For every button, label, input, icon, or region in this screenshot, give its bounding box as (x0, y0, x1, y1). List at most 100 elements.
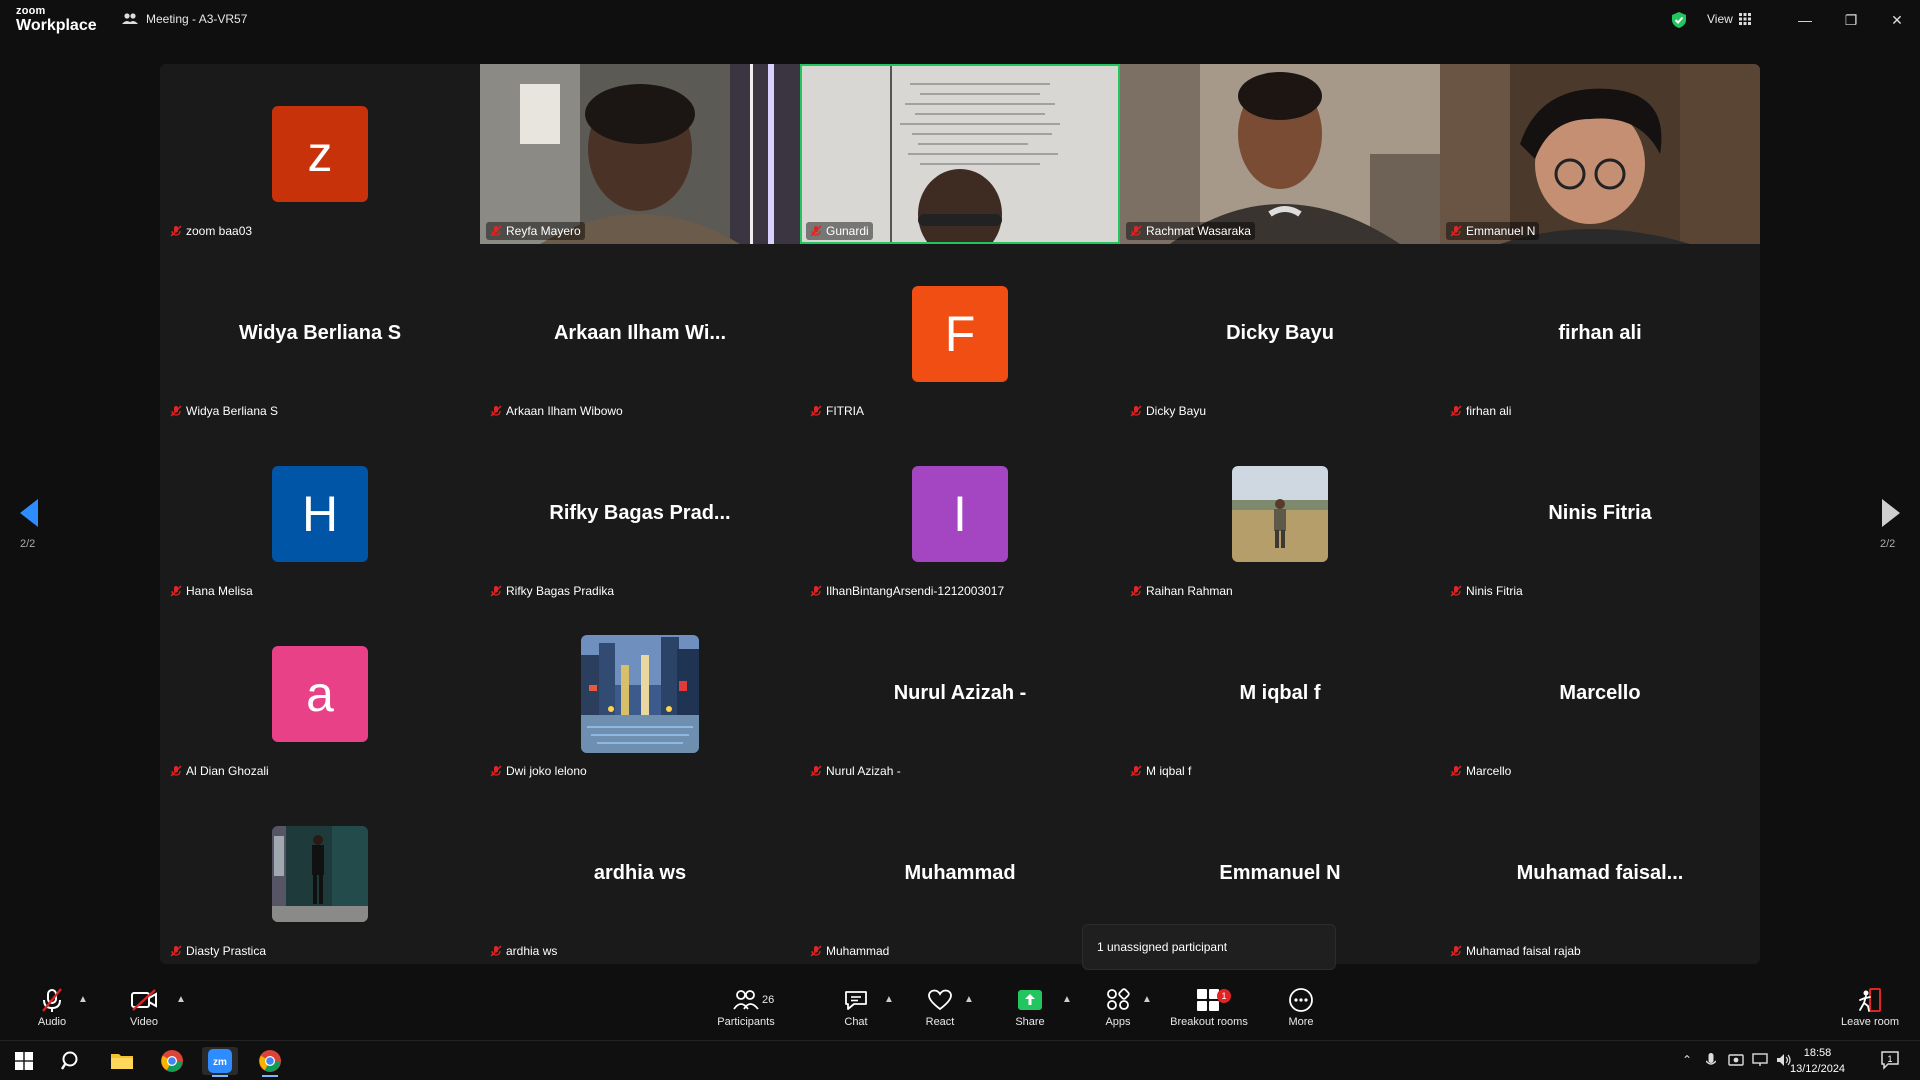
video-gallery: z zoom baa03 Reyfa Mayero Gunardi Rachmat Wa… (160, 64, 1760, 964)
participant-name-label: Marcello (1446, 762, 1515, 780)
participant-display-name: Widya Berliana S (238, 322, 402, 344)
participant-tile[interactable]: Rifky Bagas Prad... Rifky Bagas Pradika (480, 424, 800, 604)
previous-page-arrow-icon[interactable] (14, 496, 44, 530)
participant-video (480, 64, 800, 244)
participant-tile[interactable]: Ninis Fitria Ninis Fitria (1440, 424, 1760, 604)
taskbar-clock[interactable]: 18:58 13/12/2024 (1790, 1045, 1845, 1077)
tray-chevron-icon[interactable]: ⌃ (1682, 1053, 1692, 1067)
page-indicator-right: 2/2 (1880, 538, 1896, 550)
participant-tile[interactable]: Widya Berliana S Widya Berliana S (160, 244, 480, 424)
participant-name-label: FITRIA (806, 402, 868, 420)
clock-time: 18:58 (1803, 1047, 1832, 1059)
participant-display-name: Rifky Bagas Prad... (549, 502, 731, 524)
participant-display-name: Muhamad faisal... (1516, 862, 1684, 884)
shield-icon[interactable] (1670, 11, 1688, 34)
participant-display-name: Dicky Bayu (1226, 322, 1334, 344)
participant-tile[interactable]: F FITRIA (800, 244, 1120, 424)
breakout-rooms-button[interactable]: Breakout rooms (1169, 986, 1249, 1036)
mic-muted-icon (810, 405, 822, 417)
participant-name-label: Rachmat Wasaraka (1126, 222, 1255, 240)
participant-tile[interactable]: Dwi joko lelono (480, 604, 800, 784)
mic-muted-icon (490, 765, 502, 777)
video-button[interactable]: Video (104, 986, 184, 1036)
participant-avatar: F (912, 286, 1008, 382)
unassigned-participant-popup[interactable]: 1 unassigned participant (1082, 924, 1336, 970)
participant-tile[interactable]: Reyfa Mayero (480, 64, 800, 244)
windows-start-icon[interactable] (6, 1047, 42, 1075)
leave-room-icon (1859, 988, 1881, 1012)
chrome-icon[interactable] (154, 1047, 190, 1075)
participant-tile[interactable]: Dicky Bayu Dicky Bayu (1120, 244, 1440, 424)
mic-muted-icon (1450, 945, 1462, 957)
participant-tile[interactable]: Nurul Azizah - Nurul Azizah - (800, 604, 1120, 784)
participant-name: Raihan Rahman (1146, 584, 1233, 598)
zoom-logo: zoom Workplace (16, 6, 97, 34)
participant-tile[interactable]: Arkaan Ilham Wi... Arkaan Ilham Wibowo (480, 244, 800, 424)
next-page-arrow-icon[interactable] (1876, 496, 1906, 530)
participant-tile[interactable]: M iqbal f M iqbal f (1120, 604, 1440, 784)
mic-muted-icon (1450, 225, 1462, 237)
participant-name-label: Hana Melisa (166, 582, 257, 600)
apps-options-chevron-icon[interactable]: ▲ (1142, 994, 1152, 1005)
meeting-people-icon (122, 13, 138, 24)
participant-avatar: I (912, 466, 1008, 562)
tray-camera-icon[interactable] (1728, 1053, 1744, 1070)
chrome-window-icon[interactable] (252, 1047, 288, 1077)
participant-name-label: Rifky Bagas Pradika (486, 582, 618, 600)
participant-display-name: Arkaan Ilham Wi... (553, 322, 727, 344)
share-options-chevron-icon[interactable]: ▲ (1062, 994, 1072, 1005)
participant-avatar: z (272, 106, 368, 202)
participant-tile[interactable]: Muhammad Muhammad (800, 784, 1120, 964)
participant-tile[interactable]: z zoom baa03 (160, 64, 480, 244)
participant-name: firhan ali (1466, 404, 1512, 418)
apps-label: Apps (1105, 1016, 1131, 1028)
participant-name: Al Dian Ghozali (186, 764, 269, 778)
participant-tile[interactable]: Raihan Rahman (1120, 424, 1440, 604)
react-options-chevron-icon[interactable]: ▲ (964, 994, 974, 1005)
mic-muted-icon (170, 945, 182, 957)
participant-tile[interactable]: Marcello Marcello (1440, 604, 1760, 784)
participant-name-label: Dicky Bayu (1126, 402, 1210, 420)
participant-name: Nurul Azizah - (826, 764, 901, 778)
participant-tile[interactable]: ardhia ws ardhia ws (480, 784, 800, 964)
tray-mic-icon[interactable] (1705, 1053, 1717, 1072)
participant-tile[interactable]: a Al Dian Ghozali (160, 604, 480, 784)
participant-name-label: zoom baa03 (166, 222, 256, 240)
participant-name-label: Ninis Fitria (1446, 582, 1527, 600)
participant-name: Gunardi (826, 224, 869, 238)
participant-tile[interactable]: Emmanuel N (1440, 64, 1760, 244)
participant-tile[interactable]: H Hana Melisa (160, 424, 480, 604)
more-button[interactable]: More (1261, 986, 1341, 1036)
participant-name: Muhammad (826, 944, 890, 958)
view-button[interactable]: View (1707, 12, 1751, 26)
participant-tile[interactable]: I IlhanBintangArsendi-1212003017 (800, 424, 1120, 604)
audio-options-chevron-icon[interactable]: ▲ (78, 994, 88, 1005)
video-options-chevron-icon[interactable]: ▲ (176, 994, 186, 1005)
participant-name: Rifky Bagas Pradika (506, 584, 615, 598)
chat-options-chevron-icon[interactable]: ▲ (884, 994, 894, 1005)
share-button[interactable]: Share (990, 986, 1070, 1036)
notification-center-icon[interactable]: 1 (1880, 1050, 1900, 1073)
file-explorer-icon[interactable] (104, 1047, 140, 1075)
leave-room-button[interactable]: Leave room (1830, 986, 1910, 1036)
participant-video (1440, 64, 1760, 244)
participant-tile[interactable]: Muhamad faisal... Muhamad faisal rajab (1440, 784, 1760, 964)
tray-network-icon[interactable] (1752, 1053, 1768, 1070)
grid-icon (1738, 13, 1751, 25)
zoom-taskbar-icon[interactable]: zm (202, 1047, 238, 1077)
minimize-icon[interactable]: — (1790, 8, 1820, 32)
breakout-rooms-label: Breakout rooms (1170, 1016, 1248, 1028)
close-icon[interactable]: ✕ (1882, 8, 1912, 32)
restore-icon[interactable]: ❐ (1836, 8, 1866, 32)
participant-tile[interactable]: Diasty Prastica (160, 784, 480, 964)
meeting-title[interactable]: Meeting - A3-VR57 (122, 12, 247, 26)
search-icon[interactable] (54, 1047, 90, 1075)
more-label: More (1288, 1016, 1314, 1028)
participant-name-label: Muhammad (806, 942, 893, 960)
participant-video (800, 64, 1120, 244)
brand-big: Workplace (16, 17, 97, 34)
participant-tile[interactable]: Rachmat Wasaraka (1120, 64, 1440, 244)
participant-tile[interactable]: Gunardi (800, 64, 1120, 244)
participant-tile[interactable]: firhan ali firhan ali (1440, 244, 1760, 424)
participant-name: FITRIA (826, 404, 864, 418)
